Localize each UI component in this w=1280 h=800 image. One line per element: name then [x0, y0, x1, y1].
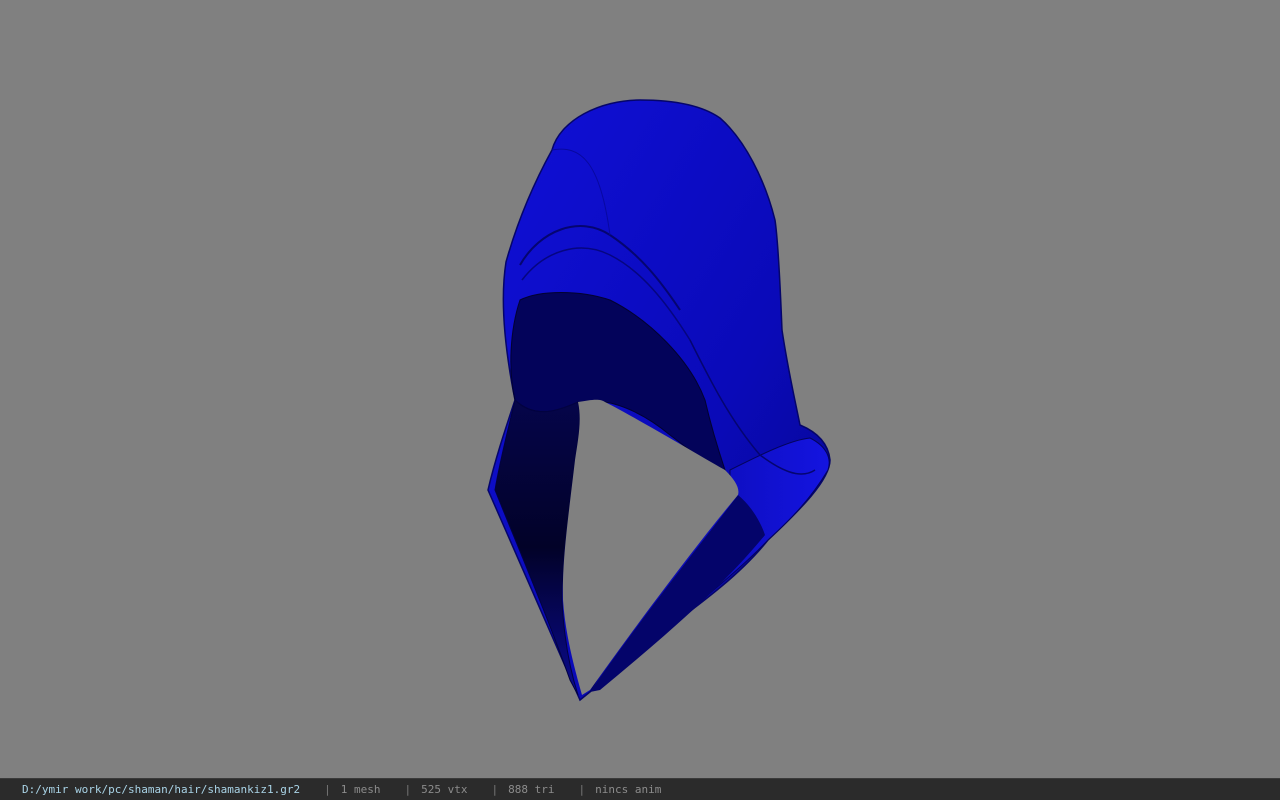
- hood-model[interactable]: [0, 0, 1280, 778]
- triangle-count: 888 tri: [508, 783, 555, 796]
- mesh-count: 1 mesh: [340, 783, 381, 796]
- anim-status: nincs anim: [595, 783, 662, 796]
- status-bar: D:/ymir work/pc/shaman/hair/shamankiz1.g…: [0, 778, 1280, 800]
- separator: |: [578, 783, 586, 796]
- separator: |: [404, 783, 412, 796]
- separator: |: [324, 783, 331, 796]
- file-path: D:/ymir work/pc/shaman/hair/shamankiz1.g…: [22, 783, 301, 796]
- 3d-viewport[interactable]: [0, 0, 1280, 778]
- separator: |: [491, 783, 499, 796]
- vertex-count: 525 vtx: [421, 783, 468, 796]
